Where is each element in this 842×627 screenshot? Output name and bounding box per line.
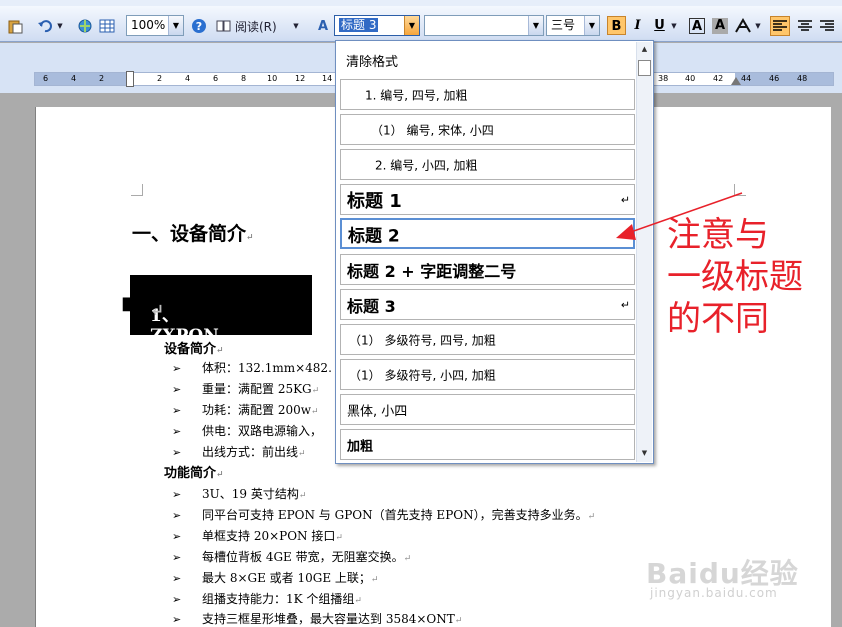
annotation-line: 注意与 xyxy=(667,215,769,255)
watermark-url: jingyan.baidu.com xyxy=(650,586,778,600)
annotation-note: 注意与 一级标题 的不同 xyxy=(667,214,837,340)
annotation-line: 的不同 xyxy=(667,299,769,339)
annotation-line: 一级标题 xyxy=(667,257,803,297)
